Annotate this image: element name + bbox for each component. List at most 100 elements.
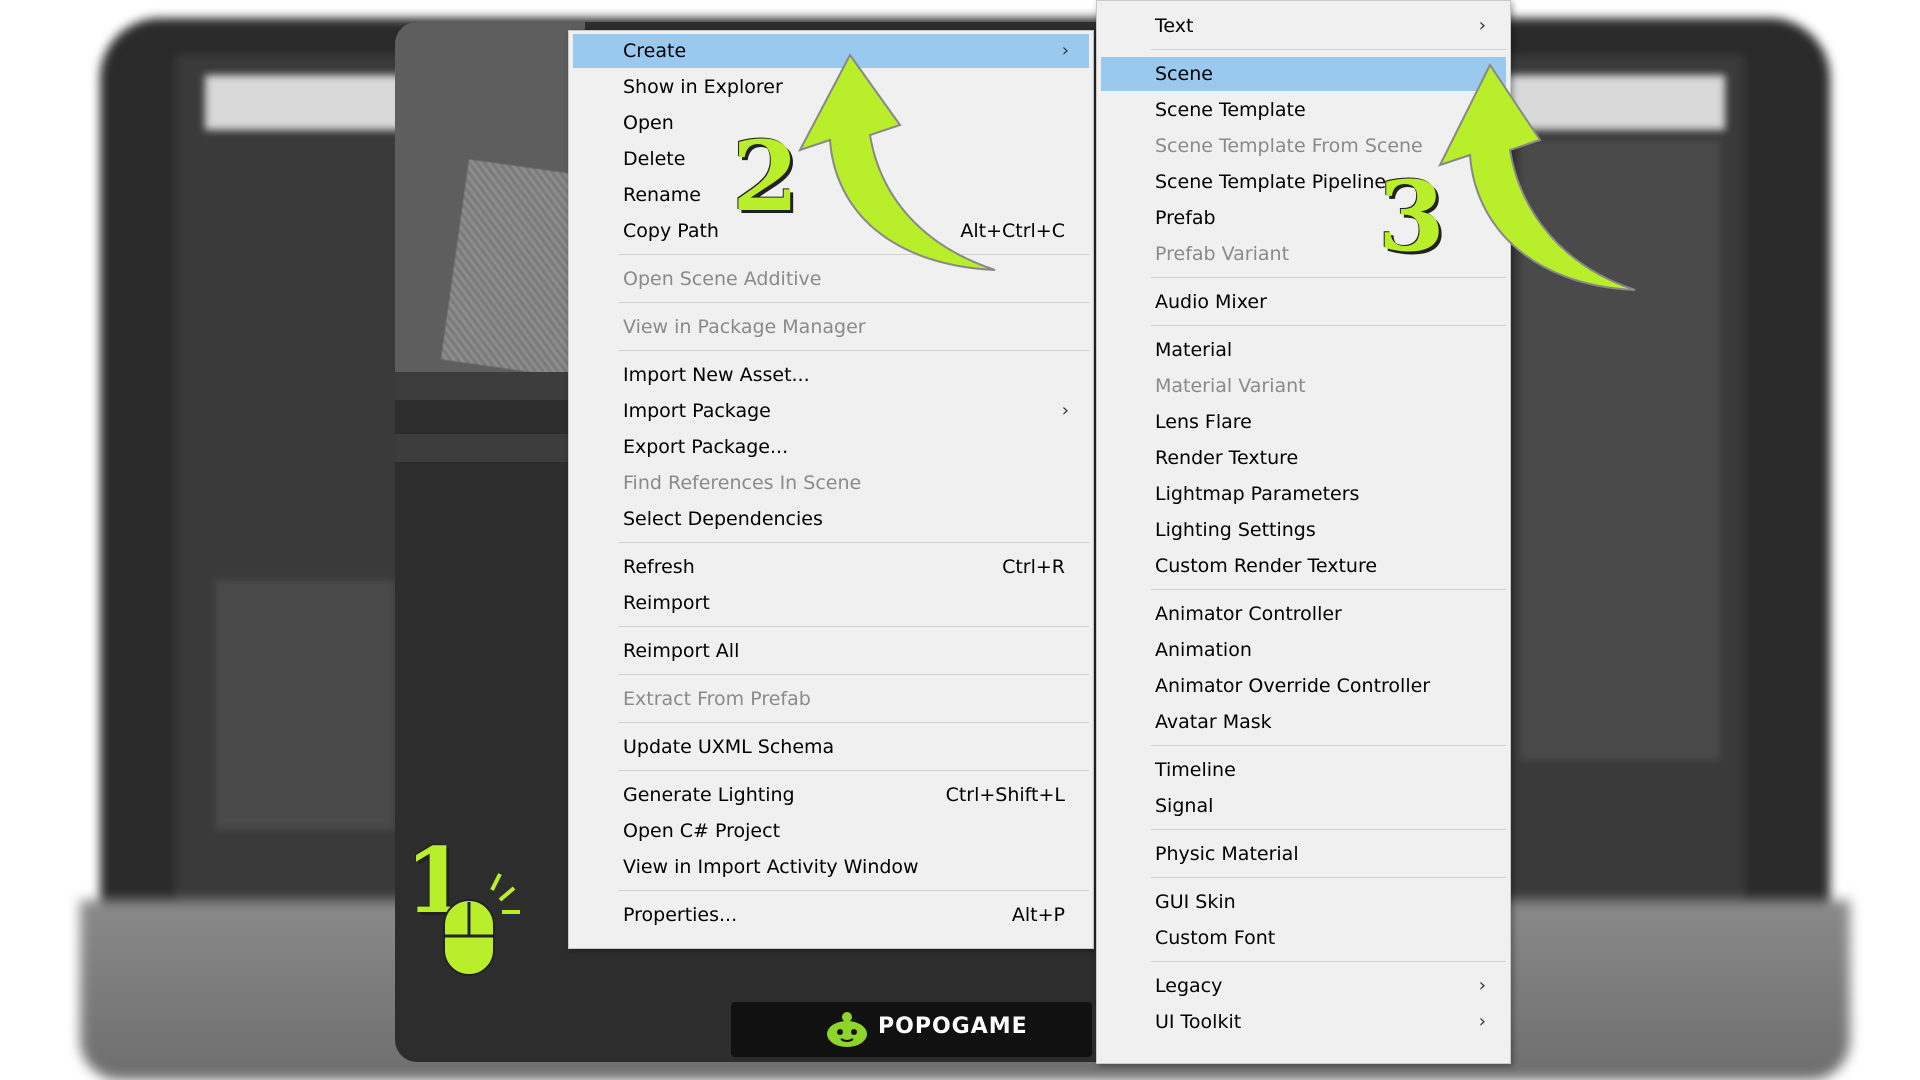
- blurred-panel-left: [215, 580, 395, 830]
- menu-item-signal[interactable]: Signal: [1101, 789, 1506, 823]
- menu-item-animator-controller[interactable]: Animator Controller: [1101, 597, 1506, 631]
- menu-item-label: Animator Override Controller: [1155, 675, 1431, 697]
- menu-item-find-references-in-scene[interactable]: Find References In Scene: [573, 466, 1089, 500]
- menu-item-label: Reimport: [623, 592, 710, 614]
- menu-item-label: GUI Skin: [1155, 891, 1236, 913]
- menu-separator: [1151, 325, 1506, 326]
- menu-item-label: Custom Font: [1155, 927, 1276, 949]
- menu-item-label: Scene: [1155, 63, 1213, 85]
- menu-item-physic-material[interactable]: Physic Material: [1101, 837, 1506, 871]
- menu-item-custom-render-texture[interactable]: Custom Render Texture: [1101, 549, 1506, 583]
- menu-item-export-package[interactable]: Export Package...: [573, 430, 1089, 464]
- menu-item-view-in-import-activity-window[interactable]: View in Import Activity Window: [573, 850, 1089, 884]
- menu-item-custom-font[interactable]: Custom Font: [1101, 921, 1506, 955]
- menu-item-label: Text: [1155, 15, 1194, 37]
- menu-item-shortcut: Ctrl+Shift+L: [945, 784, 1065, 806]
- menu-item-label: Animator Controller: [1155, 603, 1342, 625]
- menu-item-animator-override-controller[interactable]: Animator Override Controller: [1101, 669, 1506, 703]
- menu-item-ui-toolkit[interactable]: UI Toolkit ›: [1101, 1005, 1506, 1039]
- menu-item-import-package[interactable]: Import Package ›: [573, 394, 1089, 428]
- menu-separator: [1151, 589, 1506, 590]
- menu-item-label: Avatar Mask: [1155, 711, 1272, 733]
- menu-item-label: Lightmap Parameters: [1155, 483, 1360, 505]
- menu-item-shortcut: Alt+P: [1011, 904, 1065, 926]
- menu-item-material-variant[interactable]: Material Variant: [1101, 369, 1506, 403]
- menu-separator: [619, 770, 1089, 771]
- menu-item-label: Extract From Prefab: [623, 688, 811, 710]
- mouse-click-icon: [443, 873, 520, 976]
- menu-item-label: Update UXML Schema: [623, 736, 835, 758]
- menu-item-shortcut: Ctrl+R: [1002, 556, 1065, 578]
- menu-item-label: Prefab: [1155, 207, 1216, 229]
- menu-item-import-new-asset[interactable]: Import New Asset...: [573, 358, 1089, 392]
- menu-item-lens-flare[interactable]: Lens Flare: [1101, 405, 1506, 439]
- chevron-right-icon: ›: [1061, 400, 1069, 421]
- menu-item-label: Physic Material: [1155, 843, 1299, 865]
- menu-separator: [1151, 49, 1506, 50]
- menu-item-generate-lighting[interactable]: Generate Lighting Ctrl+Shift+L: [573, 778, 1089, 812]
- menu-item-label: Open C# Project: [623, 820, 781, 842]
- menu-separator: [619, 890, 1089, 891]
- chevron-right-icon: ›: [1061, 40, 1069, 61]
- menu-item-select-dependencies[interactable]: Select Dependencies: [573, 502, 1089, 536]
- menu-separator: [619, 674, 1089, 675]
- menu-separator: [619, 542, 1089, 543]
- menu-item-label: Copy Path: [623, 220, 719, 242]
- menu-item-timeline[interactable]: Timeline: [1101, 753, 1506, 787]
- menu-item-legacy[interactable]: Legacy ›: [1101, 969, 1506, 1003]
- menu-separator: [619, 350, 1089, 351]
- menu-item-label: Export Package...: [623, 436, 789, 458]
- menu-item-view-in-package-manager[interactable]: View in Package Manager: [573, 310, 1089, 344]
- menu-item-label: Scene Template: [1155, 99, 1306, 121]
- chevron-right-icon: ›: [1478, 975, 1486, 996]
- menu-item-label: Timeline: [1155, 759, 1236, 781]
- menu-item-label: Legacy: [1155, 975, 1223, 997]
- menu-item-open-c-project[interactable]: Open C# Project: [573, 814, 1089, 848]
- menu-item-gui-skin[interactable]: GUI Skin: [1101, 885, 1506, 919]
- menu-item-label: Animation: [1155, 639, 1252, 661]
- menu-item-label: Select Dependencies: [623, 508, 823, 530]
- menu-item-avatar-mask[interactable]: Avatar Mask: [1101, 705, 1506, 739]
- menu-item-refresh[interactable]: Refresh Ctrl+R: [573, 550, 1089, 584]
- brand-name: POPOGAME: [878, 1014, 1028, 1039]
- menu-item-label: Prefab Variant: [1155, 243, 1290, 265]
- menu-item-properties[interactable]: Properties... Alt+P: [573, 898, 1089, 932]
- menu-item-label: Show in Explorer: [623, 76, 783, 98]
- menu-separator: [1151, 961, 1506, 962]
- menu-item-label: UI Toolkit: [1155, 1011, 1242, 1033]
- menu-item-label: Import New Asset...: [623, 364, 810, 386]
- chevron-right-icon: ›: [1478, 15, 1486, 36]
- menu-item-animation[interactable]: Animation: [1101, 633, 1506, 667]
- editor-toolbar-strip: [395, 372, 585, 400]
- menu-separator: [1151, 877, 1506, 878]
- menu-item-update-uxml-schema[interactable]: Update UXML Schema: [573, 730, 1089, 764]
- menu-item-label: Audio Mixer: [1155, 291, 1267, 313]
- menu-item-label: Material Variant: [1155, 375, 1306, 397]
- menu-item-label: Generate Lighting: [623, 784, 795, 806]
- menu-separator: [619, 722, 1089, 723]
- menu-item-lightmap-parameters[interactable]: Lightmap Parameters: [1101, 477, 1506, 511]
- menu-item-label: Import Package: [623, 400, 771, 422]
- brand-watermark: POPOGAME: [731, 1002, 1092, 1057]
- menu-item-label: Delete: [623, 148, 686, 170]
- menu-item-label: Scene Template From Scene: [1155, 135, 1423, 157]
- menu-item-text[interactable]: Text ›: [1101, 9, 1506, 43]
- menu-item-label: Scene Template Pipeline: [1155, 171, 1387, 193]
- scene-view: [395, 22, 650, 385]
- menu-separator: [619, 302, 1089, 303]
- menu-item-lighting-settings[interactable]: Lighting Settings: [1101, 513, 1506, 547]
- menu-item-material[interactable]: Material: [1101, 333, 1506, 367]
- menu-item-label: Material: [1155, 339, 1233, 361]
- robot-logo-icon: [827, 1012, 867, 1047]
- menu-item-reimport[interactable]: Reimport: [573, 586, 1089, 620]
- menu-item-label: Signal: [1155, 795, 1214, 817]
- menu-item-label: Lighting Settings: [1155, 519, 1316, 541]
- menu-separator: [619, 626, 1089, 627]
- menu-item-label: Rename: [623, 184, 701, 206]
- menu-item-render-texture[interactable]: Render Texture: [1101, 441, 1506, 475]
- menu-item-extract-from-prefab[interactable]: Extract From Prefab: [573, 682, 1089, 716]
- menu-item-label: View in Package Manager: [623, 316, 866, 338]
- menu-item-reimport-all[interactable]: Reimport All: [573, 634, 1089, 668]
- chevron-right-icon: ›: [1478, 1011, 1486, 1032]
- step-3-label: 3: [1378, 160, 1445, 273]
